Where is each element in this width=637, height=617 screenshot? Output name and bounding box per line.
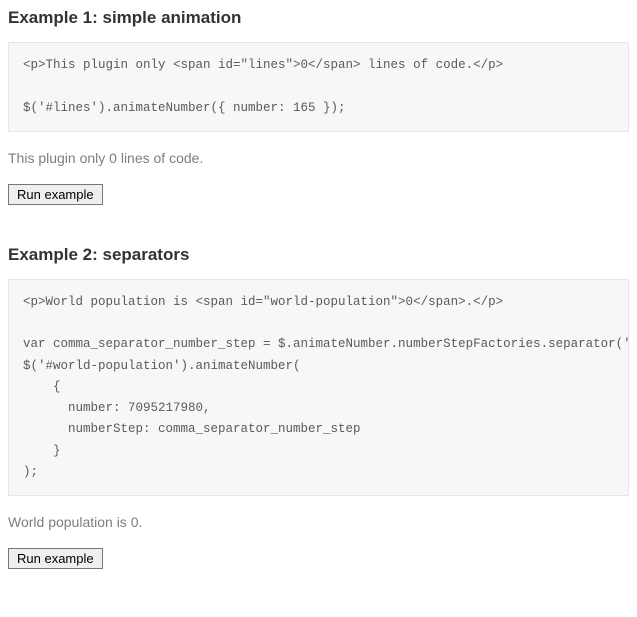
example-1-heading: Example 1: simple animation: [8, 8, 629, 28]
run-example-2-button[interactable]: Run example: [8, 548, 103, 569]
run-example-1-button[interactable]: Run example: [8, 184, 103, 205]
example-2-codeblock: <p>World population is <span id="world-p…: [8, 279, 629, 496]
example-2-heading: Example 2: separators: [8, 245, 629, 265]
example-section-2: Example 2: separators <p>World populatio…: [8, 245, 629, 569]
example-1-demo-text: This plugin only 0 lines of code.: [8, 150, 629, 166]
example-2-demo-text: World population is 0.: [8, 514, 629, 530]
example-section-1: Example 1: simple animation <p>This plug…: [8, 8, 629, 205]
example-1-codeblock: <p>This plugin only <span id="lines">0</…: [8, 42, 629, 132]
